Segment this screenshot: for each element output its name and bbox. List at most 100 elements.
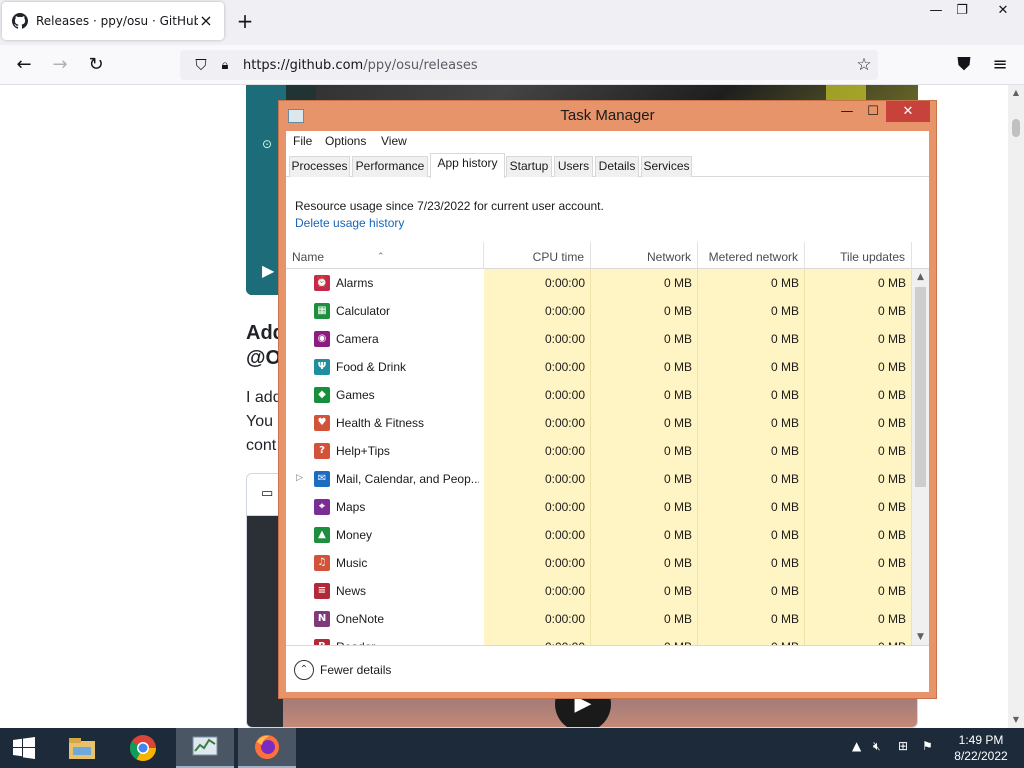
chrome-button[interactable] (115, 728, 171, 768)
tab-title: Releases · ppy/osu · GitHub (36, 14, 198, 28)
menu-options[interactable]: Options (325, 134, 366, 148)
table-scroll-down-icon[interactable]: ▼ (912, 629, 929, 645)
table-scrollbar[interactable]: ▲ ▼ (912, 269, 929, 645)
task-manager-window: Task Manager — ☐ ✕ File Options View Pro… (278, 100, 937, 699)
column-header-name[interactable]: ⌃ Name (286, 242, 484, 269)
clock-date: 8/22/2022 (954, 749, 1008, 763)
metered-network-cell: 0 MB (770, 528, 799, 542)
show-hidden-icons-icon[interactable]: ▲ (852, 739, 861, 753)
restore-window-button[interactable]: ❐ (947, 0, 977, 22)
close-tab-icon[interactable]: × (198, 13, 214, 29)
task-manager-body: File Options View Processes Performance … (286, 131, 929, 692)
browser-tab[interactable]: Releases · ppy/osu · GitHub × (2, 2, 224, 40)
play-icon[interactable]: ▶ (262, 261, 274, 280)
metered-network-cell: 0 MB (770, 416, 799, 430)
page-scrollbar-thumb[interactable] (1012, 119, 1020, 137)
url-text[interactable]: https://github.com/ppy/osu/releases (234, 58, 850, 73)
cpu-time-cell: 0:00:00 (544, 304, 585, 318)
cpu-time-cell: 0:00:00 (544, 388, 585, 402)
url-bar[interactable]: ⛉ 🔒︎ https://github.com/ppy/osu/releases… (180, 50, 878, 80)
tile-updates-cell: 0 MB (877, 556, 906, 570)
bookmark-star-icon[interactable]: ☆ (850, 55, 878, 75)
tm-footer: ⌃ Fewer details (286, 645, 929, 692)
table-row[interactable]: ▲ Money 0:00:00 0 MB 0 MB 0 MB (286, 521, 912, 549)
menu-hamburger-icon[interactable]: ≡ (988, 53, 1012, 77)
column-header-tile-updates[interactable]: Tile updates (805, 242, 912, 269)
network-icon[interactable]: ⊞ (898, 739, 908, 753)
tab-startup[interactable]: Startup (506, 156, 552, 177)
scroll-up-arrow-icon[interactable]: ▲ (1008, 85, 1024, 101)
page-scrollbar[interactable]: ▲ ▼ (1008, 85, 1024, 728)
app-name: News (336, 584, 367, 598)
tile-updates-cell: 0 MB (877, 444, 906, 458)
url-path: /ppy/osu/releases (363, 57, 478, 73)
file-explorer-button[interactable] (54, 728, 110, 768)
column-header-cpu-time[interactable]: CPU time (484, 242, 591, 269)
cpu-time-cell: 0:00:00 (544, 528, 585, 542)
table-row[interactable]: ≡ News 0:00:00 0 MB 0 MB 0 MB (286, 577, 912, 605)
task-manager-titlebar[interactable]: Task Manager — ☐ ✕ (279, 101, 936, 131)
github-icon (12, 13, 28, 29)
volume-muted-icon[interactable]: 🔇︎ (873, 739, 881, 754)
fewer-details-button[interactable]: Fewer details (320, 663, 391, 677)
windows-logo-icon (13, 737, 35, 759)
close-window-button[interactable]: ✕ (988, 0, 1018, 22)
table-scrollbar-thumb[interactable] (915, 287, 926, 487)
table-row[interactable]: ◉ Camera 0:00:00 0 MB 0 MB 0 MB (286, 325, 912, 353)
chevron-up-icon[interactable]: ⌃ (294, 660, 314, 680)
tracking-protection-shield-icon[interactable]: ⛉ (186, 56, 216, 74)
tm-close-button[interactable]: ✕ (886, 101, 930, 122)
delete-usage-history-link[interactable]: Delete usage history (295, 216, 404, 230)
table-row[interactable]: Ψ Food & Drink 0:00:00 0 MB 0 MB 0 MB (286, 353, 912, 381)
scroll-down-arrow-icon[interactable]: ▼ (1008, 712, 1024, 728)
tab-performance[interactable]: Performance (352, 156, 428, 177)
alarms-icon: ⏰ (314, 275, 330, 291)
taskbar-clock[interactable]: 1:49 PM 8/22/2022 (946, 732, 1016, 764)
table-row[interactable]: ▷ ✉ Mail, Calendar, and Peop... 0:00:00 0 MB… (286, 465, 912, 493)
food-drink-icon: Ψ (314, 359, 330, 375)
cpu-time-cell: 0:00:00 (544, 612, 585, 626)
metered-network-cell: 0 MB (770, 472, 799, 486)
table-row[interactable]: ? Help+Tips 0:00:00 0 MB 0 MB 0 MB (286, 437, 912, 465)
pocket-icon[interactable]: ⛊ (952, 53, 976, 77)
metered-network-cell: 0 MB (770, 500, 799, 514)
tab-services[interactable]: Services (641, 156, 692, 177)
menu-view[interactable]: View (381, 134, 407, 148)
table-row[interactable]: ◆ Games 0:00:00 0 MB 0 MB 0 MB (286, 381, 912, 409)
release-paragraph-line: cont (246, 437, 277, 454)
metered-network-cell: 0 MB (770, 304, 799, 318)
new-tab-button[interactable]: + (234, 10, 256, 32)
release-heading-mention[interactable]: @O (246, 347, 281, 370)
money-icon: ▲ (314, 527, 330, 543)
network-cell: 0 MB (663, 444, 692, 458)
table-row[interactable]: ♥ Health & Fitness 0:00:00 0 MB 0 MB 0 MB (286, 409, 912, 437)
tab-app-history[interactable]: App history (430, 153, 505, 178)
table-row[interactable]: RReader0:00:000 MB0 MB0 MB (286, 633, 912, 645)
lock-icon[interactable]: 🔒︎ (216, 58, 234, 73)
expand-row-icon[interactable]: ▷ (296, 473, 303, 483)
menu-file[interactable]: File (293, 134, 312, 148)
table-row[interactable]: ⏰ Alarms 0:00:00 0 MB 0 MB 0 MB (286, 269, 912, 297)
tm-minimize-button[interactable]: — (838, 101, 856, 122)
table-row[interactable]: ▦ Calculator 0:00:00 0 MB 0 MB 0 MB (286, 297, 912, 325)
tile-updates-cell: 0 MB (877, 304, 906, 318)
firefox-taskbar-button[interactable] (238, 728, 296, 768)
forward-button[interactable]: → (48, 53, 72, 77)
back-button[interactable]: ← (12, 53, 36, 77)
app-history-table: ⌃ Name CPU time Network Metered network … (286, 242, 929, 645)
firefox-icon (255, 735, 279, 759)
task-manager-taskbar-button[interactable] (176, 728, 234, 768)
table-row[interactable]: ♫ Music 0:00:00 0 MB 0 MB 0 MB (286, 549, 912, 577)
column-header-metered-network[interactable]: Metered network (698, 242, 805, 269)
table-row[interactable]: ⌖ Maps 0:00:00 0 MB 0 MB 0 MB (286, 493, 912, 521)
action-center-flag-icon[interactable]: ⚑ (922, 739, 933, 753)
tm-maximize-button[interactable]: ☐ (864, 101, 882, 122)
tab-details[interactable]: Details (595, 156, 639, 177)
tab-users[interactable]: Users (554, 156, 593, 177)
table-row[interactable]: N OneNote 0:00:00 0 MB 0 MB 0 MB (286, 605, 912, 633)
table-scroll-up-icon[interactable]: ▲ (912, 269, 929, 285)
tab-processes[interactable]: Processes (289, 156, 350, 177)
column-header-network[interactable]: Network (591, 242, 698, 269)
start-button[interactable] (0, 728, 48, 768)
reload-button[interactable]: ↻ (84, 53, 108, 77)
